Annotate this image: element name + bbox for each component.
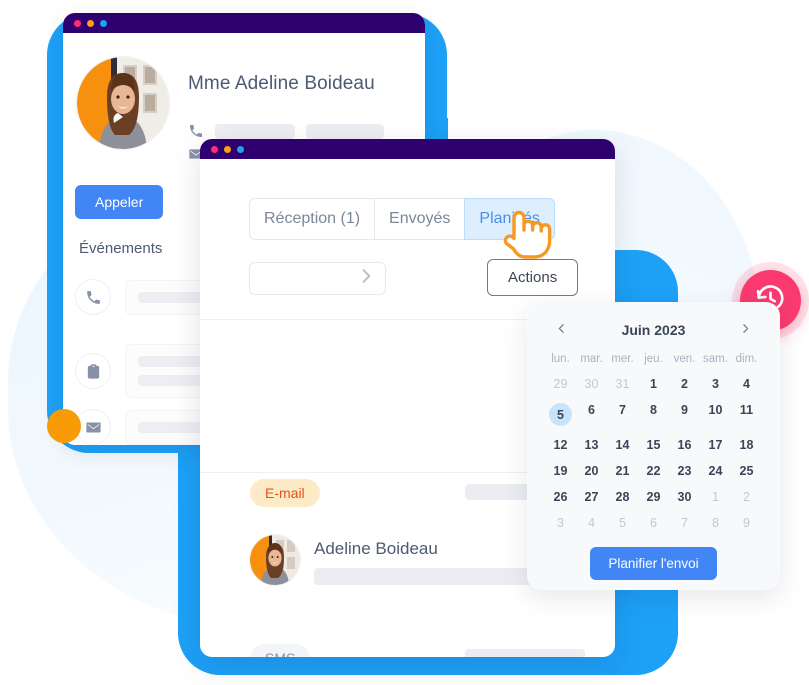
calendar-day[interactable]: 4 bbox=[576, 510, 607, 536]
calendar-day[interactable]: 19 bbox=[545, 458, 576, 484]
calendar-weekday: mar. bbox=[580, 353, 603, 365]
calendar-day[interactable]: 8 bbox=[700, 510, 731, 536]
contact-name: Mme Adeline Boideau bbox=[188, 73, 375, 94]
chevron-right-icon[interactable] bbox=[735, 320, 756, 339]
phone-icon bbox=[75, 279, 111, 315]
message-type-badge: E-mail bbox=[250, 479, 320, 507]
pointing-hand-cursor bbox=[500, 203, 552, 268]
calendar-day[interactable]: 16 bbox=[669, 432, 700, 458]
calendar-day[interactable]: 17 bbox=[700, 432, 731, 458]
calendar-day[interactable]: 3 bbox=[700, 371, 731, 397]
calendar-day[interactable]: 29 bbox=[545, 371, 576, 397]
calendar-day[interactable]: 6 bbox=[576, 397, 607, 432]
list-item[interactable]: Adeline Boideau bbox=[250, 535, 559, 585]
calendar-day[interactable]: 3 bbox=[545, 510, 576, 536]
calendar-day[interactable]: 9 bbox=[731, 510, 762, 536]
message-content: Adeline Boideau bbox=[314, 535, 559, 585]
window-dot-maximize-icon[interactable] bbox=[100, 19, 107, 27]
calendar-day[interactable]: 2 bbox=[669, 371, 700, 397]
calendar-day[interactable]: 2 bbox=[731, 484, 762, 510]
calendar-weekday: lun. bbox=[551, 353, 570, 365]
window-dot-close-icon[interactable] bbox=[211, 145, 218, 153]
calendar-day[interactable]: 15 bbox=[638, 432, 669, 458]
calendar-day[interactable]: 5 bbox=[545, 397, 576, 432]
window-dot-maximize-icon[interactable] bbox=[237, 145, 244, 153]
calendar-day[interactable]: 11 bbox=[731, 397, 762, 432]
calendar-grid: lun. mar. mer. jeu. ven. sam. dim. 29 30 3… bbox=[545, 353, 762, 536]
calendar-day[interactable]: 1 bbox=[638, 371, 669, 397]
calendar-day[interactable]: 1 bbox=[700, 484, 731, 510]
calendar-day[interactable]: 18 bbox=[731, 432, 762, 458]
calendar-day[interactable]: 7 bbox=[607, 397, 638, 432]
orange-accent-dot bbox=[47, 409, 81, 443]
message-meta-placeholder bbox=[465, 649, 585, 657]
messages-window-titlebar bbox=[200, 139, 615, 159]
calendar-day[interactable]: 4 bbox=[731, 371, 762, 397]
calendar-day[interactable]: 10 bbox=[700, 397, 731, 432]
calendar-weekday: ven. bbox=[673, 353, 696, 365]
calendar-day[interactable]: 13 bbox=[576, 432, 607, 458]
chevron-left-icon[interactable] bbox=[551, 320, 572, 339]
events-heading: Événements bbox=[79, 240, 163, 257]
calendar-day[interactable]: 21 bbox=[607, 458, 638, 484]
promo-illustration: Mme Adeline Boideau Appeler Événements R… bbox=[0, 0, 809, 685]
contact-avatar bbox=[77, 57, 169, 149]
date-picker: Juin 2023 lun. mar. mer. jeu. ven. sam. … bbox=[527, 302, 780, 590]
calendar-day[interactable]: 28 bbox=[607, 484, 638, 510]
calendar-day[interactable]: 30 bbox=[669, 484, 700, 510]
call-button[interactable]: Appeler bbox=[75, 185, 164, 219]
calendar-day[interactable]: 5 bbox=[607, 510, 638, 536]
chevron-right-icon bbox=[356, 266, 376, 291]
calendar-day[interactable]: 24 bbox=[700, 458, 731, 484]
calendar-day[interactable]: 20 bbox=[576, 458, 607, 484]
calendar-day[interactable]: 12 bbox=[545, 432, 576, 458]
window-dot-minimize-icon[interactable] bbox=[224, 145, 231, 153]
calendar-day[interactable]: 30 bbox=[576, 371, 607, 397]
message-preview-placeholder bbox=[314, 568, 559, 585]
calendar-day[interactable]: 27 bbox=[576, 484, 607, 510]
calendar-day[interactable]: 29 bbox=[638, 484, 669, 510]
calendar-header: Juin 2023 bbox=[545, 316, 762, 339]
calendar-day[interactable]: 9 bbox=[669, 397, 700, 432]
calendar-day[interactable]: 14 bbox=[607, 432, 638, 458]
window-dot-close-icon[interactable] bbox=[74, 19, 81, 27]
contact-phone-row bbox=[188, 123, 384, 139]
phone-value-placeholder-2 bbox=[306, 123, 384, 139]
schedule-send-button[interactable]: Planifier l'envoi bbox=[590, 547, 717, 580]
calendar-day[interactable]: 8 bbox=[638, 397, 669, 432]
calendar-day[interactable]: 22 bbox=[638, 458, 669, 484]
calendar-weekday: sam. bbox=[703, 353, 728, 365]
avatar bbox=[250, 535, 300, 585]
search-input[interactable] bbox=[249, 262, 386, 295]
calendar-weekday: mer. bbox=[611, 353, 634, 365]
tab-reception[interactable]: Réception (1) bbox=[249, 198, 375, 240]
calendar-day[interactable]: 26 bbox=[545, 484, 576, 510]
calendar-day[interactable]: 7 bbox=[669, 510, 700, 536]
calendar-day[interactable]: 23 bbox=[669, 458, 700, 484]
sender-name: Adeline Boideau bbox=[314, 539, 438, 558]
phone-icon bbox=[188, 123, 204, 139]
calendar-day[interactable]: 31 bbox=[607, 371, 638, 397]
message-type-badge: SMS bbox=[250, 644, 311, 657]
calendar-day[interactable]: 6 bbox=[638, 510, 669, 536]
clipboard-icon bbox=[75, 353, 111, 389]
contact-window-titlebar bbox=[63, 13, 425, 33]
window-dot-minimize-icon[interactable] bbox=[87, 19, 94, 27]
calendar-month-title: Juin 2023 bbox=[621, 321, 686, 338]
calendar-weekday: dim. bbox=[735, 353, 758, 365]
calendar-day[interactable]: 25 bbox=[731, 458, 762, 484]
phone-value-placeholder bbox=[215, 123, 295, 139]
calendar-weekday: jeu. bbox=[644, 353, 663, 365]
tab-envoyes[interactable]: Envoyés bbox=[374, 198, 465, 240]
